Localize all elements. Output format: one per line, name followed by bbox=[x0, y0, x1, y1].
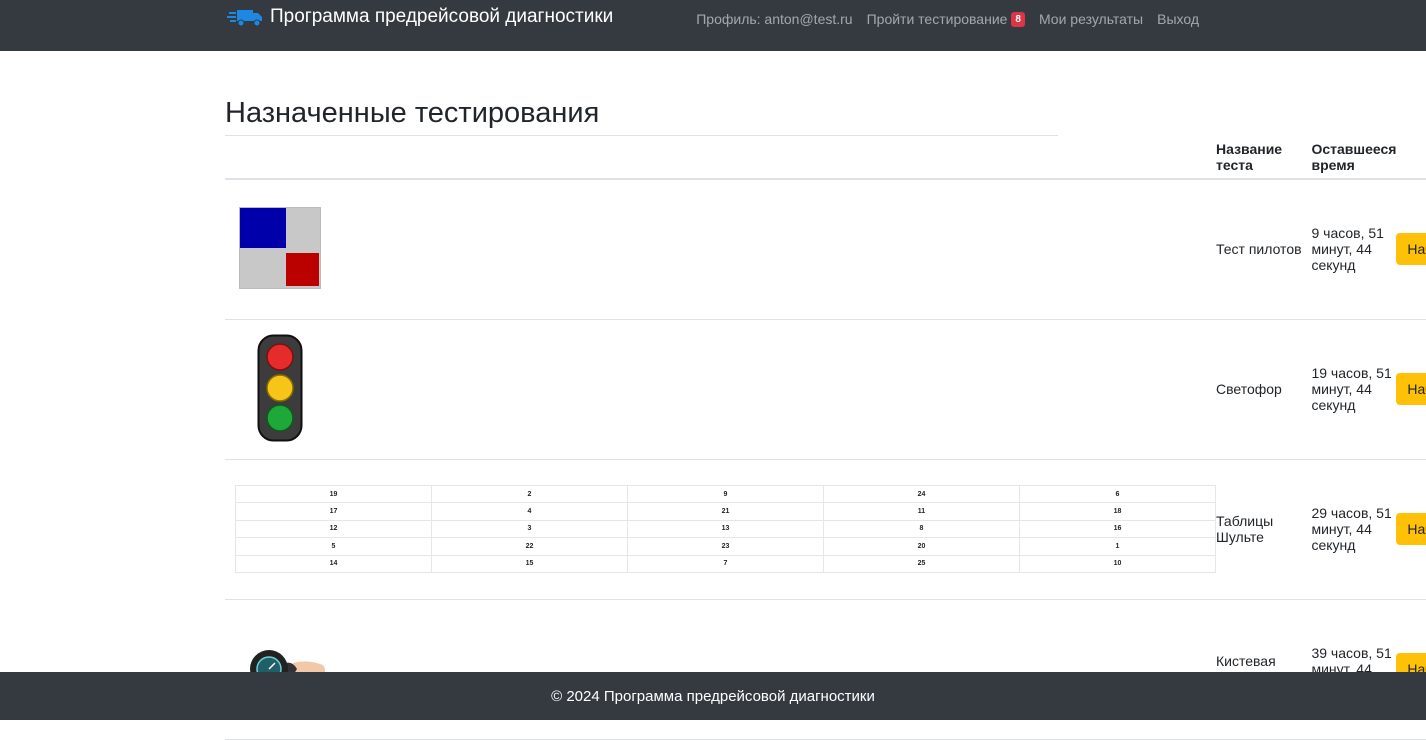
nav-links: Профиль: anton@test.ru Пройти тестирован… bbox=[696, 11, 1199, 27]
test-name: Светофор bbox=[1216, 319, 1312, 460]
table-row: Тест пилотов 9 часов, 51 минут, 44 секун… bbox=[225, 179, 1426, 320]
start-button[interactable]: Начать bbox=[1396, 513, 1426, 545]
header-remaining-time: Оставшееся время bbox=[1311, 136, 1397, 180]
remaining-time: 29 часов, 51 минут, 44 секунд bbox=[1311, 459, 1397, 600]
remaining-time: 9 часов, 51 минут, 44 секунд bbox=[1311, 179, 1397, 320]
pilot-test-icon bbox=[239, 206, 321, 289]
nav-profile[interactable]: Профиль: anton@test.ru bbox=[696, 11, 852, 27]
tests-table: Название теста Оставшееся время Тест пил… bbox=[225, 136, 1426, 740]
start-button[interactable]: Начать bbox=[1396, 373, 1426, 405]
traffic-light-icon bbox=[257, 334, 303, 441]
footer: © 2024 Программа предрейсовой диагностик… bbox=[0, 672, 1426, 720]
test-name: Тест пилотов bbox=[1216, 179, 1312, 320]
nav-take-test-label: Пройти тестирование bbox=[866, 11, 1008, 27]
brand-title: Программа предрейсовой диагностики bbox=[270, 6, 614, 27]
page-title: Назначенные тестирования bbox=[225, 95, 1058, 136]
schulte-table-icon: 19 2 9 24 6 17 4 21 11 18 12 3 13 8 16 5 22 23 20 1 14 15… bbox=[235, 485, 1216, 573]
table-header-row: Название теста Оставшееся время bbox=[225, 136, 1426, 180]
navbar: Программа предрейсовой диагностики Профи… bbox=[0, 0, 1426, 51]
table-row: Светофор 19 часов, 51 минут, 44 секунд Н… bbox=[225, 319, 1426, 460]
nav-logout[interactable]: Выход bbox=[1157, 11, 1199, 27]
test-name: Таблицы Шульте bbox=[1216, 459, 1312, 600]
main-content: Назначенные тестирования Название теста … bbox=[225, 95, 1426, 740]
nav-my-results[interactable]: Мои результаты bbox=[1039, 11, 1143, 27]
start-button[interactable]: Начать bbox=[1396, 233, 1426, 266]
nav-take-test[interactable]: Пройти тестирование 8 bbox=[867, 11, 1025, 27]
header-image bbox=[225, 136, 1216, 180]
table-row: 19 2 9 24 6 17 4 21 11 18 12 3 13 8 16 5 22 23 20 1 14 15… bbox=[225, 459, 1426, 600]
navbar-brand[interactable]: Программа предрейсовой диагностики bbox=[227, 5, 613, 29]
remaining-time: 19 часов, 51 минут, 44 секунд bbox=[1311, 319, 1397, 460]
truck-icon bbox=[227, 10, 262, 27]
footer-copyright: © 2024 Программа предрейсовой диагностик… bbox=[551, 687, 875, 705]
header-test-name: Название теста bbox=[1216, 136, 1312, 180]
header-action bbox=[1396, 136, 1426, 180]
pending-tests-badge: 8 bbox=[1011, 11, 1025, 27]
